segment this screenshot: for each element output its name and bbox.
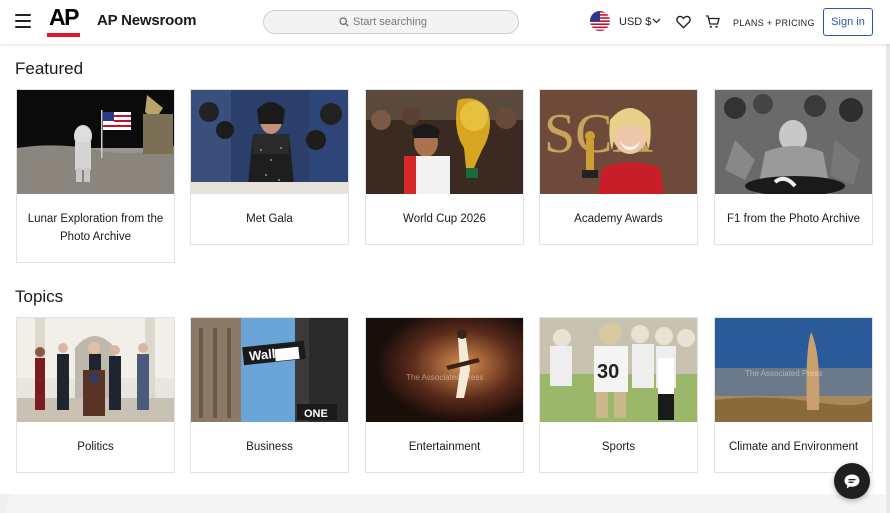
featured-card-f1[interactable]: F1 from the Photo Archive <box>714 89 873 245</box>
ap-logo[interactable]: AP <box>47 4 81 38</box>
f1-archive-photo <box>715 90 872 194</box>
lunar-photo <box>17 90 174 194</box>
sports-photo: 30 <box>540 318 697 422</box>
card-label: Academy Awards <box>574 213 663 225</box>
academy-awards-photo: SCA <box>540 90 697 194</box>
next-section-strip <box>0 494 890 513</box>
search-bar[interactable] <box>263 10 519 34</box>
featured-card-academy-awards[interactable]: SCA Academy Awards <box>539 89 698 245</box>
scrollbar-track[interactable] <box>886 44 890 513</box>
topic-card-business[interactable]: Wall ONE Business <box>190 317 349 473</box>
featured-title: Featured <box>15 59 84 78</box>
topic-card-politics[interactable]: Politics <box>16 317 175 473</box>
topic-card-sports[interactable]: 30 Sports <box>539 317 698 473</box>
card-label: F1 from the Photo Archive <box>727 213 860 225</box>
card-label: Met Gala <box>246 213 293 225</box>
svg-text:The Associated Press: The Associated Press <box>745 369 822 378</box>
card-label: Business <box>246 441 293 453</box>
brand-name[interactable]: AP Newsroom <box>97 12 196 29</box>
search-icon <box>339 17 349 27</box>
card-label: Entertainment <box>408 441 481 453</box>
topics-title: Topics <box>15 287 64 306</box>
svg-text:ONE: ONE <box>304 408 328 420</box>
svg-text:Wall: Wall <box>248 346 276 364</box>
heart-icon[interactable] <box>676 15 691 29</box>
menu-icon[interactable] <box>15 14 31 28</box>
card-label: Sports <box>601 441 636 453</box>
featured-card-met-gala[interactable]: Met Gala <box>190 89 349 245</box>
svg-text:The Associated Press: The Associated Press <box>406 373 483 382</box>
card-label: Politics <box>77 441 114 453</box>
chat-button[interactable] <box>834 463 870 499</box>
world-cup-photo <box>366 90 523 194</box>
politics-photo <box>17 318 174 422</box>
featured-card-lunar[interactable]: Lunar Exploration from the Photo Archive <box>16 89 175 263</box>
svg-text:30: 30 <box>597 361 619 383</box>
business-photo: Wall ONE <box>191 318 348 422</box>
card-label: Lunar Exploration from the Photo Archive <box>27 213 164 243</box>
entertainment-photo: The Associated Press <box>366 318 523 422</box>
topic-card-climate[interactable]: The Associated Press Climate and Environ… <box>714 317 873 473</box>
climate-photo: The Associated Press <box>715 318 872 422</box>
cart-icon[interactable] <box>705 14 720 29</box>
sign-in-button[interactable]: Sign in <box>823 8 873 36</box>
us-flag-icon[interactable] <box>590 11 610 31</box>
search-input[interactable] <box>353 16 443 28</box>
plans-pricing-link[interactable]: PLANS + PRICING <box>733 18 815 28</box>
chat-bubble-icon <box>844 474 860 488</box>
currency-selector[interactable]: USD $ <box>619 16 651 28</box>
topic-card-entertainment[interactable]: The Associated Press Entertainment <box>365 317 524 473</box>
chevron-down-icon[interactable] <box>652 18 661 24</box>
featured-card-world-cup[interactable]: World Cup 2026 <box>365 89 524 245</box>
site-header: AP AP Newsroom USD $ PLANS + PRICING Sig… <box>0 0 890 44</box>
met-gala-photo <box>191 90 348 194</box>
card-label: World Cup 2026 <box>403 213 486 225</box>
